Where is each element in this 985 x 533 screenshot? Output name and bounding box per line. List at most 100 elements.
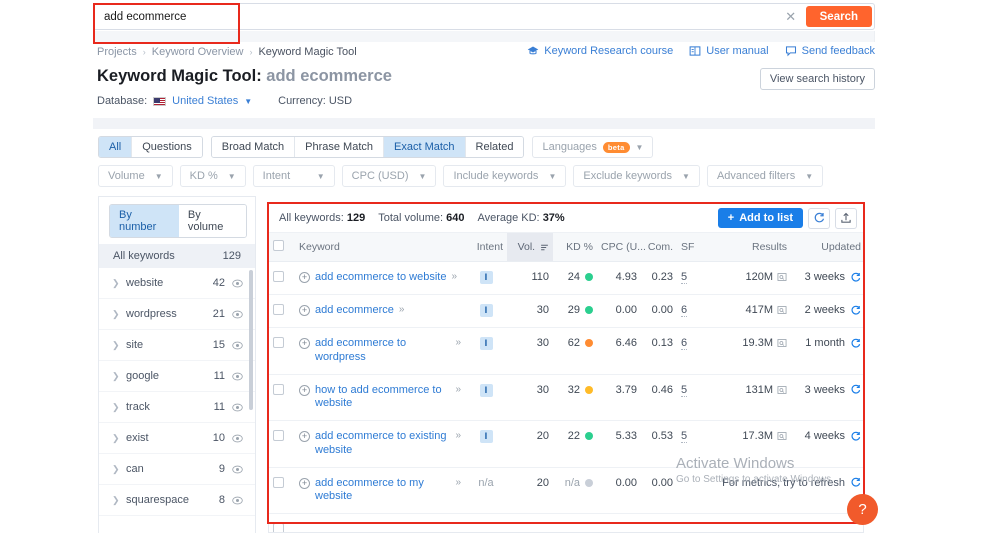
row-keyword-link[interactable]: add ecommerce xyxy=(315,304,394,318)
table-row[interactable]: + add ecommerce to my website » n/a 20 n… xyxy=(269,467,863,514)
row-refresh-icon[interactable] xyxy=(850,305,861,316)
row-keyword-link[interactable]: add ecommerce to my website xyxy=(315,477,450,505)
chevron-right-icon[interactable]: ❯ xyxy=(112,371,126,382)
expand-chevron-icon[interactable]: » xyxy=(399,304,405,315)
intent-badge[interactable]: I xyxy=(479,304,493,317)
sidebar-item-exist[interactable]: ❯ exist 10 xyxy=(99,423,255,454)
row-refresh-icon[interactable] xyxy=(850,477,861,488)
row-checkbox[interactable] xyxy=(273,383,284,395)
table-row[interactable]: + add ecommerce to existing website » I … xyxy=(269,420,863,468)
row-keyword-link[interactable]: add ecommerce to website xyxy=(315,271,446,285)
intent-badge[interactable]: I xyxy=(479,271,493,284)
add-keyword-icon[interactable]: + xyxy=(299,272,310,283)
sidebar-item-can[interactable]: ❯ can 9 xyxy=(99,454,255,485)
chevron-down-icon[interactable]: ▼ xyxy=(244,97,252,106)
tab-all[interactable]: All xyxy=(99,137,133,157)
chevron-right-icon[interactable]: ❯ xyxy=(112,309,126,320)
add-keyword-icon[interactable]: + xyxy=(299,305,310,316)
breadcrumb-item-keyword-overview[interactable]: Keyword Overview xyxy=(152,46,244,58)
add-to-list-button[interactable]: + Add to list xyxy=(717,208,803,228)
table-row[interactable]: + how to add ecommerce to website » I 30… xyxy=(269,374,863,421)
languages-dropdown[interactable]: Languages beta ▼ xyxy=(532,136,654,158)
user-manual-link[interactable]: User manual xyxy=(689,45,769,57)
sidebar-item-all-keywords[interactable]: All keywords 129 xyxy=(99,244,255,268)
sidebar-scrollbar[interactable] xyxy=(249,270,253,410)
intent-badge[interactable]: I xyxy=(479,383,493,397)
filter-volume[interactable]: Volume ▼ xyxy=(98,165,173,187)
table-row[interactable] xyxy=(269,513,863,532)
row-checkbox[interactable] xyxy=(273,337,284,348)
chevron-right-icon[interactable]: ❯ xyxy=(112,340,126,351)
row-sf-value[interactable]: 6 xyxy=(681,304,688,317)
sidebar-item-website[interactable]: ❯ website 42 xyxy=(99,268,255,299)
tab-related[interactable]: Related xyxy=(465,137,524,157)
column-header-cpc[interactable]: CPC (U... xyxy=(597,233,646,262)
select-all-checkbox[interactable] xyxy=(273,240,284,251)
intent-badge[interactable]: I xyxy=(479,430,493,443)
help-button[interactable]: ? xyxy=(847,494,878,525)
expand-chevron-icon[interactable]: » xyxy=(455,337,461,348)
serp-preview-icon[interactable] xyxy=(777,385,787,395)
breadcrumb-item-projects[interactable]: Projects xyxy=(97,46,137,58)
add-keyword-icon[interactable]: + xyxy=(299,338,310,349)
clear-search-icon[interactable]: ✕ xyxy=(778,4,804,29)
serp-preview-icon[interactable] xyxy=(777,431,787,441)
expand-chevron-icon[interactable]: » xyxy=(455,384,461,395)
keyword-research-course-link[interactable]: Keyword Research course xyxy=(527,45,673,57)
chevron-right-icon[interactable]: ❯ xyxy=(112,433,126,444)
row-refresh-icon[interactable] xyxy=(850,272,861,283)
row-checkbox[interactable] xyxy=(273,476,284,488)
sidebar-toggle-by-number[interactable]: By number xyxy=(110,205,179,237)
view-search-history-button[interactable]: View search history xyxy=(759,68,875,90)
eye-icon[interactable] xyxy=(232,495,243,506)
intent-badge[interactable]: I xyxy=(479,337,493,350)
row-sf-value[interactable]: 6 xyxy=(681,337,688,350)
sidebar-item-track[interactable]: ❯ track 11 xyxy=(99,392,255,423)
tab-exact-match[interactable]: Exact Match xyxy=(384,137,466,157)
table-row[interactable]: + add ecommerce » I 30 29 0.00 0.00 6 41… xyxy=(269,294,863,328)
serp-preview-icon[interactable] xyxy=(777,272,787,282)
column-header-updated[interactable]: Updated xyxy=(791,233,863,262)
export-icon[interactable] xyxy=(835,207,857,229)
table-row[interactable]: + add ecommerce to wordpress » I 30 62 6… xyxy=(269,327,863,375)
expand-chevron-icon[interactable]: » xyxy=(455,430,461,441)
eye-icon[interactable] xyxy=(232,371,243,382)
search-input[interactable] xyxy=(94,4,778,29)
sidebar-item-squarespace[interactable]: ❯ squarespace 8 xyxy=(99,485,255,516)
filter-cpc[interactable]: CPC (USD) ▼ xyxy=(341,165,437,187)
row-checkbox[interactable] xyxy=(273,523,284,532)
row-refresh-icon[interactable] xyxy=(850,431,861,442)
row-refresh-icon[interactable] xyxy=(850,384,861,395)
add-keyword-icon[interactable]: + xyxy=(299,384,310,396)
column-header-sf[interactable]: SF xyxy=(677,233,711,262)
eye-icon[interactable] xyxy=(232,402,243,413)
eye-icon[interactable] xyxy=(232,278,243,289)
column-header-volume[interactable]: Vol. xyxy=(507,233,553,262)
database-value[interactable]: United States xyxy=(172,95,238,107)
row-checkbox[interactable] xyxy=(273,271,284,282)
column-header-results[interactable]: Results xyxy=(711,233,791,262)
sidebar-toggle-by-volume[interactable]: By volume xyxy=(178,205,246,237)
search-button[interactable]: Search xyxy=(805,6,872,27)
expand-chevron-icon[interactable]: » xyxy=(455,477,461,488)
eye-icon[interactable] xyxy=(232,433,243,444)
eye-icon[interactable] xyxy=(232,340,243,351)
sidebar-item-wordpress[interactable]: ❯ wordpress 21 xyxy=(99,299,255,330)
row-sf-value[interactable]: 5 xyxy=(681,383,688,397)
tab-questions[interactable]: Questions xyxy=(132,137,202,157)
row-keyword-link[interactable]: add ecommerce to existing website xyxy=(315,430,450,458)
chevron-right-icon[interactable]: ❯ xyxy=(112,495,126,506)
row-keyword-link[interactable]: how to add ecommerce to website xyxy=(315,384,450,412)
sidebar-item-site[interactable]: ❯ site 15 xyxy=(99,330,255,361)
serp-preview-icon[interactable] xyxy=(777,338,787,348)
row-sf-value[interactable]: 5 xyxy=(681,271,688,284)
filter-kd[interactable]: KD % ▼ xyxy=(179,165,246,187)
send-feedback-link[interactable]: Send feedback xyxy=(785,45,875,57)
add-keyword-icon[interactable]: + xyxy=(299,431,310,442)
row-sf-value[interactable]: 5 xyxy=(681,430,688,443)
row-refresh-icon[interactable] xyxy=(850,338,861,349)
chevron-right-icon[interactable]: ❯ xyxy=(112,464,126,475)
add-keyword-icon[interactable]: + xyxy=(299,477,310,489)
eye-icon[interactable] xyxy=(232,309,243,320)
refresh-icon[interactable] xyxy=(808,207,830,229)
